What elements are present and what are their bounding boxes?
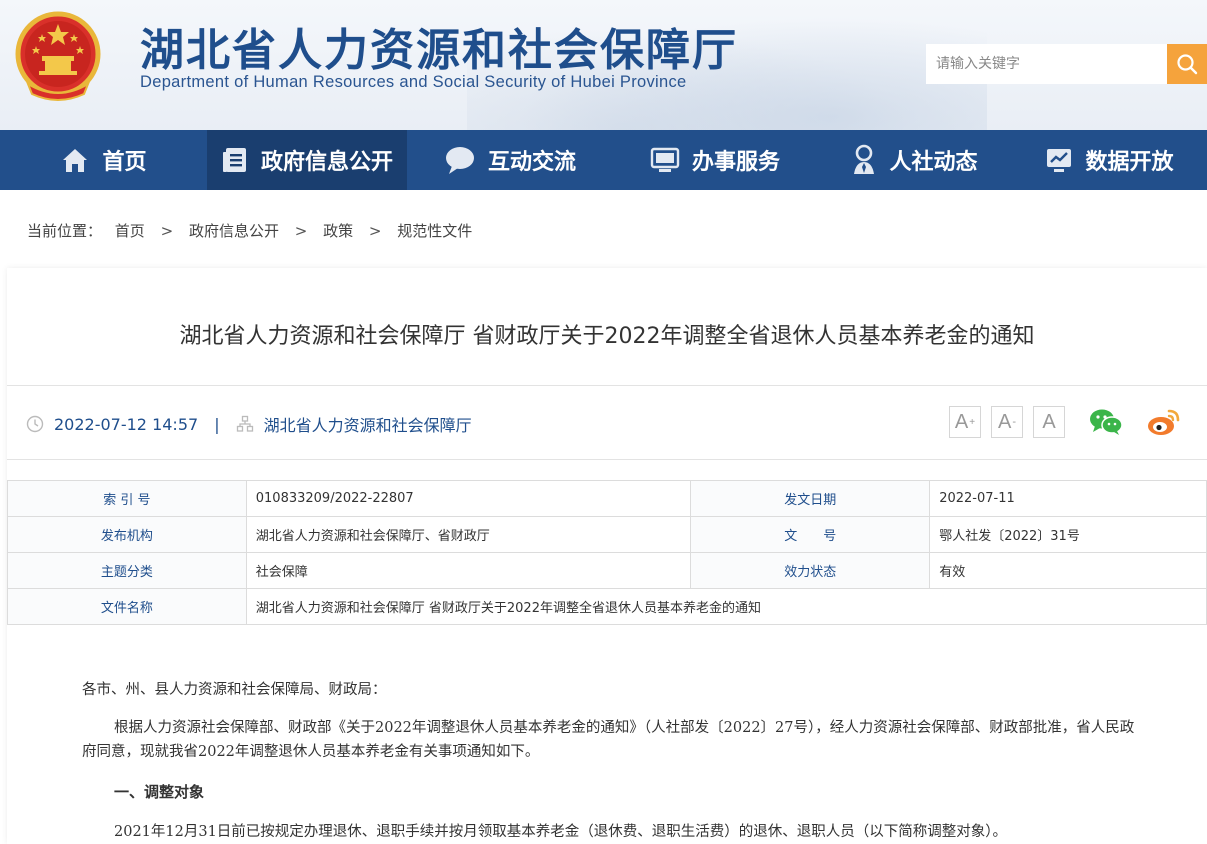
table-row: 发布机构 湖北省人力资源和社会保障厅、省财政厅 文 号 鄂人社发〔2022〕31…	[7, 516, 1207, 553]
info-key-filename: 文件名称	[7, 588, 247, 625]
nav-item-news[interactable]: 人社动态	[817, 130, 1012, 190]
info-value-publisher: 湖北省人力资源和社会保障厅、省财政厅	[245, 516, 692, 553]
font-reset-button[interactable]: A	[1033, 406, 1065, 438]
chat-bubble-icon	[445, 147, 474, 174]
meta-separator: |	[214, 414, 220, 434]
info-value-validity: 有效	[929, 552, 1207, 589]
font-decrease-button[interactable]: A-	[991, 406, 1023, 438]
divider	[7, 385, 1207, 386]
search-box	[926, 44, 1207, 84]
weibo-icon[interactable]	[1147, 407, 1181, 437]
breadcrumb: 当前位置： 首页 > 政府信息公开 > 政策 > 规范性文件	[27, 220, 472, 241]
nav-item-services[interactable]: 办事服务	[613, 130, 817, 190]
publish-datetime: 2022-07-12 14:57	[54, 414, 199, 434]
document-info-table: 索 引 号 010833209/2022-22807 发文日期 2022-07-…	[7, 480, 1207, 625]
nav-item-label: 人社动态	[889, 150, 978, 175]
info-key-doc-number: 文 号	[690, 516, 931, 553]
info-value-doc-number: 鄂人社发〔2022〕31号	[929, 516, 1207, 553]
info-key-issue-date: 发文日期	[690, 480, 931, 517]
info-key-publisher: 发布机构	[7, 516, 247, 553]
national-emblem-icon[interactable]	[14, 10, 102, 102]
wechat-icon[interactable]	[1089, 408, 1123, 436]
breadcrumb-policy[interactable]: 政策	[323, 222, 353, 240]
nav-item-label: 互动交流	[487, 150, 576, 175]
nav-item-gov-info[interactable]: 政府信息公开	[207, 130, 407, 190]
breadcrumb-home[interactable]: 首页	[115, 222, 145, 240]
article-tools: A + A- A	[939, 406, 1181, 438]
info-key-validity: 效力状态	[690, 552, 931, 589]
info-value-category: 社会保障	[245, 552, 692, 589]
person-icon	[854, 144, 875, 174]
nav-item-label: 数据开放	[1085, 150, 1174, 175]
info-value-issue-date: 2022-07-11	[929, 480, 1207, 517]
body-paragraph: 根据人力资源社会保障部、财政部《关于2022年调整退休人员基本养老金的通知》（人…	[82, 720, 1135, 760]
section-heading: 一、调整对象	[114, 783, 205, 801]
chart-trend-icon	[1047, 149, 1072, 172]
nav-item-label: 办事服务	[691, 150, 780, 175]
site-header: 湖北省人力资源和社会保障厅 Department of Human Resour…	[0, 0, 1207, 130]
info-value-index: 010833209/2022-22807	[245, 480, 692, 517]
breadcrumb-separator: >	[368, 222, 382, 240]
font-increase-button[interactable]: A +	[949, 406, 981, 438]
breadcrumb-gov-info[interactable]: 政府信息公开	[189, 222, 279, 240]
search-icon	[1177, 54, 1198, 75]
monitor-icon	[650, 147, 680, 172]
article-panel: 湖北省人力资源和社会保障厅 省财政厅关于2022年调整全省退休人员基本养老金的通…	[7, 268, 1207, 844]
info-key-category: 主题分类	[7, 552, 247, 589]
breadcrumb-prefix: 当前位置：	[27, 222, 103, 240]
search-button[interactable]	[1167, 44, 1207, 84]
article-meta: 2022-07-12 14:57 | 湖北省人力资源和社会保障厅	[26, 412, 472, 436]
nav-item-interaction[interactable]: 互动交流	[407, 130, 613, 190]
breadcrumb-separator: >	[294, 222, 308, 240]
table-row: 主题分类 社会保障 效力状态 有效	[7, 552, 1207, 589]
table-row: 索 引 号 010833209/2022-22807 发文日期 2022-07-…	[7, 480, 1207, 517]
site-title[interactable]: 湖北省人力资源和社会保障厅	[140, 14, 738, 78]
breadcrumb-normative-docs[interactable]: 规范性文件	[397, 222, 472, 240]
greeting-paragraph: 各市、州、县人力资源和社会保障局、财政局：	[82, 682, 387, 698]
article-title: 湖北省人力资源和社会保障厅 省财政厅关于2022年调整全省退休人员基本养老金的通…	[179, 324, 1035, 349]
info-key-index: 索 引 号	[7, 480, 247, 517]
table-row: 文件名称 湖北省人力资源和社会保障厅 省财政厅关于2022年调整全省退休人员基本…	[7, 588, 1207, 625]
home-icon	[63, 149, 88, 172]
search-input[interactable]	[926, 44, 1167, 84]
clock-icon	[26, 415, 44, 433]
site-subtitle: Department of Human Resources and Social…	[140, 73, 687, 91]
info-value-filename: 湖北省人力资源和社会保障厅 省财政厅关于2022年调整全省退休人员基本养老金的通…	[245, 588, 1207, 625]
nav-item-label: 政府信息公开	[260, 150, 393, 175]
publish-source: 湖北省人力资源和社会保障厅	[263, 416, 472, 435]
main-nav: 首页 政府信息公开 互动交流 办事服务 人社动态 数据开放	[0, 130, 1207, 190]
nav-item-label: 首页	[102, 150, 147, 175]
organization-icon	[236, 415, 253, 432]
breadcrumb-separator: >	[160, 222, 174, 240]
nav-item-home[interactable]: 首页	[0, 130, 207, 190]
document-list-icon	[222, 148, 246, 172]
body-paragraph: 2021年12月31日前已按规定办理退休、退职手续并按月领取基本养老金（退休费、…	[114, 824, 1008, 840]
divider	[7, 459, 1207, 460]
nav-item-open-data[interactable]: 数据开放	[1012, 130, 1207, 190]
